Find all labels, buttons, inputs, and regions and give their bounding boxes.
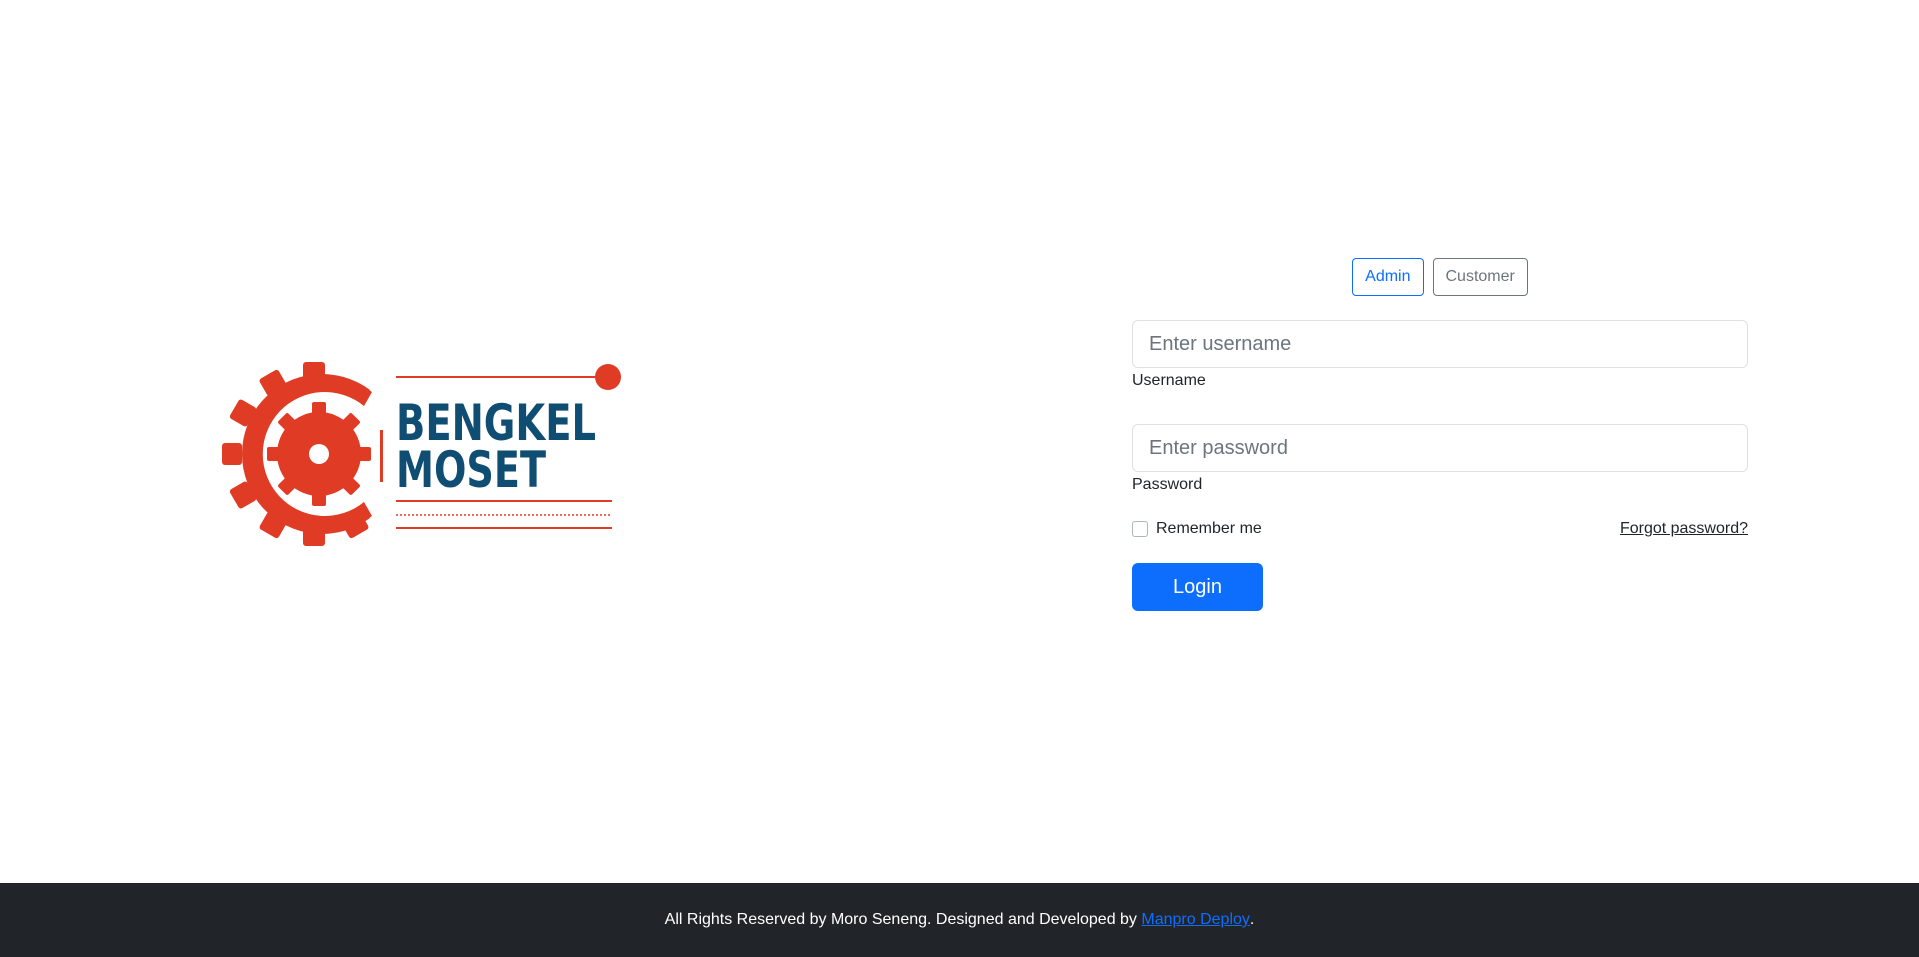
login-form: Admin Customer Username Password Remembe… [1132, 258, 1748, 611]
password-group: Password [1132, 424, 1748, 494]
password-input[interactable] [1132, 424, 1748, 472]
brand-logo: BENGKEL MOSET [222, 362, 627, 546]
logo-line2: MOSET [396, 441, 546, 499]
options-row: Remember me Forgot password? [1132, 519, 1748, 539]
footer-suffix: . [1249, 911, 1255, 928]
role-admin-button[interactable]: Admin [1352, 258, 1424, 296]
remember-me: Remember me [1132, 520, 1262, 538]
password-label: Password [1132, 476, 1203, 493]
footer: All Rights Reserved by Moro Seneng. Desi… [0, 883, 1919, 957]
forgot-password-link[interactable]: Forgot password? [1620, 520, 1748, 538]
footer-text: All Rights Reserved by Moro Seneng. Desi… [664, 911, 1137, 928]
role-customer-button[interactable]: Customer [1432, 258, 1528, 296]
login-page: BENGKEL MOSET Admin Customer Username Pa… [0, 0, 1919, 957]
username-group: Username [1132, 320, 1748, 390]
username-input[interactable] [1132, 320, 1748, 368]
remember-checkbox[interactable] [1132, 521, 1148, 537]
inner-gear-icon [267, 402, 371, 506]
username-label: Username [1132, 372, 1206, 389]
role-toggle: Admin Customer [1132, 258, 1748, 296]
footer-developer-link[interactable]: Manpro Deploy [1141, 911, 1250, 929]
login-button[interactable]: Login [1132, 563, 1263, 611]
remember-label: Remember me [1156, 520, 1262, 537]
